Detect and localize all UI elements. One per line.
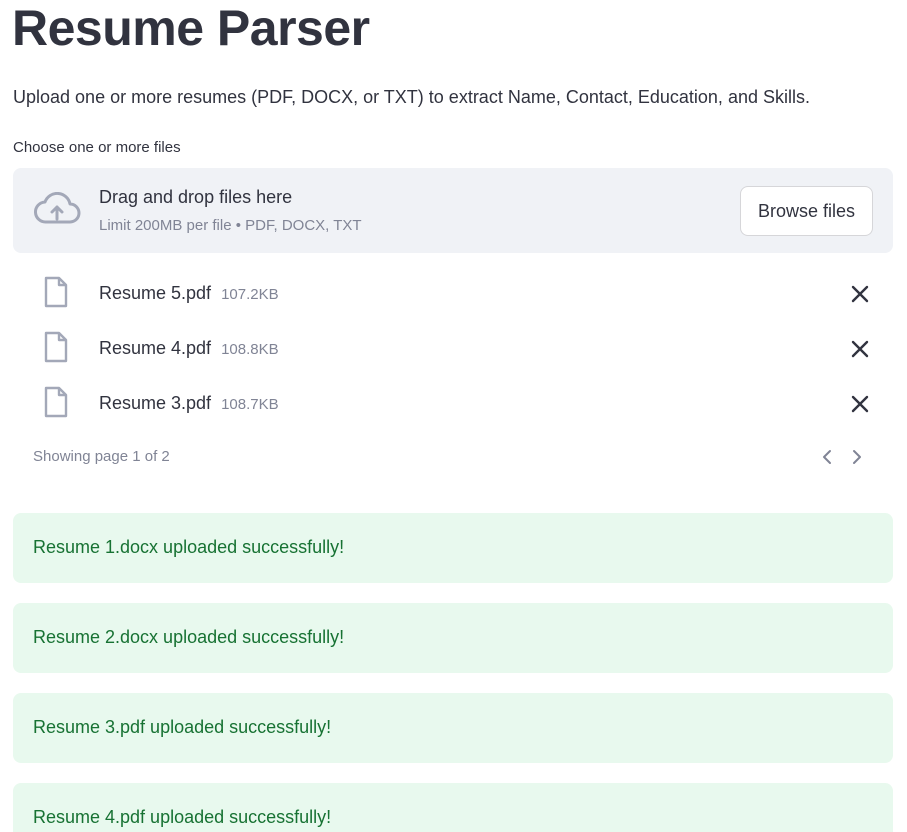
uploaded-file-row: Resume 5.pdf 107.2KB — [13, 272, 893, 312]
dropzone-instructions: Drag and drop files here — [99, 187, 293, 207]
dropzone-limit-text: Limit 200MB per file • PDF, DOCX, TXT — [99, 217, 362, 234]
file-name: Resume 5.pdf — [99, 283, 212, 303]
remove-file-close-icon[interactable] — [849, 338, 871, 360]
success-alert: Resume 1.docx uploaded successfully! — [13, 513, 893, 583]
success-alert-text: Resume 2.docx uploaded successfully! — [33, 627, 345, 647]
file-icon — [43, 331, 69, 363]
file-icon — [43, 276, 69, 308]
file-icon — [43, 386, 69, 418]
file-dropzone[interactable]: Drag and drop files here Limit 200MB per… — [13, 168, 893, 253]
remove-file-close-icon[interactable] — [849, 393, 871, 415]
file-name: Resume 3.pdf — [99, 393, 212, 413]
previous-page-chevron-left-icon[interactable] — [818, 448, 836, 466]
pagination-status: Showing page 1 of 2 — [33, 448, 170, 465]
uploaded-file-row: Resume 3.pdf 108.7KB — [13, 382, 893, 422]
success-alert: Resume 4.pdf uploaded successfully! — [13, 783, 893, 832]
browse-files-button[interactable]: Browse files — [740, 186, 873, 236]
success-alert-text: Resume 4.pdf uploaded successfully! — [33, 807, 332, 827]
success-alert-text: Resume 3.pdf uploaded successfully! — [33, 717, 332, 737]
remove-file-close-icon[interactable] — [849, 283, 871, 305]
success-alert: Resume 2.docx uploaded successfully! — [13, 603, 893, 673]
page-description: Upload one or more resumes (PDF, DOCX, o… — [13, 87, 810, 107]
page-title: Resume Parser — [12, 0, 370, 56]
success-alert: Resume 3.pdf uploaded successfully! — [13, 693, 893, 763]
file-size: 107.2KB — [221, 286, 279, 303]
next-page-chevron-right-icon[interactable] — [848, 448, 866, 466]
file-info: Resume 3.pdf 108.7KB — [99, 391, 279, 417]
file-size: 108.8KB — [221, 341, 279, 358]
file-name: Resume 4.pdf — [99, 338, 212, 358]
page: Resume Parser Upload one or more resumes… — [0, 0, 907, 832]
uploader-label: Choose one or more files — [13, 139, 181, 156]
file-info: Resume 5.pdf 107.2KB — [99, 281, 279, 307]
file-size: 108.7KB — [221, 396, 279, 413]
cloud-upload-icon — [33, 191, 81, 228]
uploaded-file-row: Resume 4.pdf 108.8KB — [13, 327, 893, 367]
success-alert-text: Resume 1.docx uploaded successfully! — [33, 537, 345, 557]
file-info: Resume 4.pdf 108.8KB — [99, 336, 279, 362]
